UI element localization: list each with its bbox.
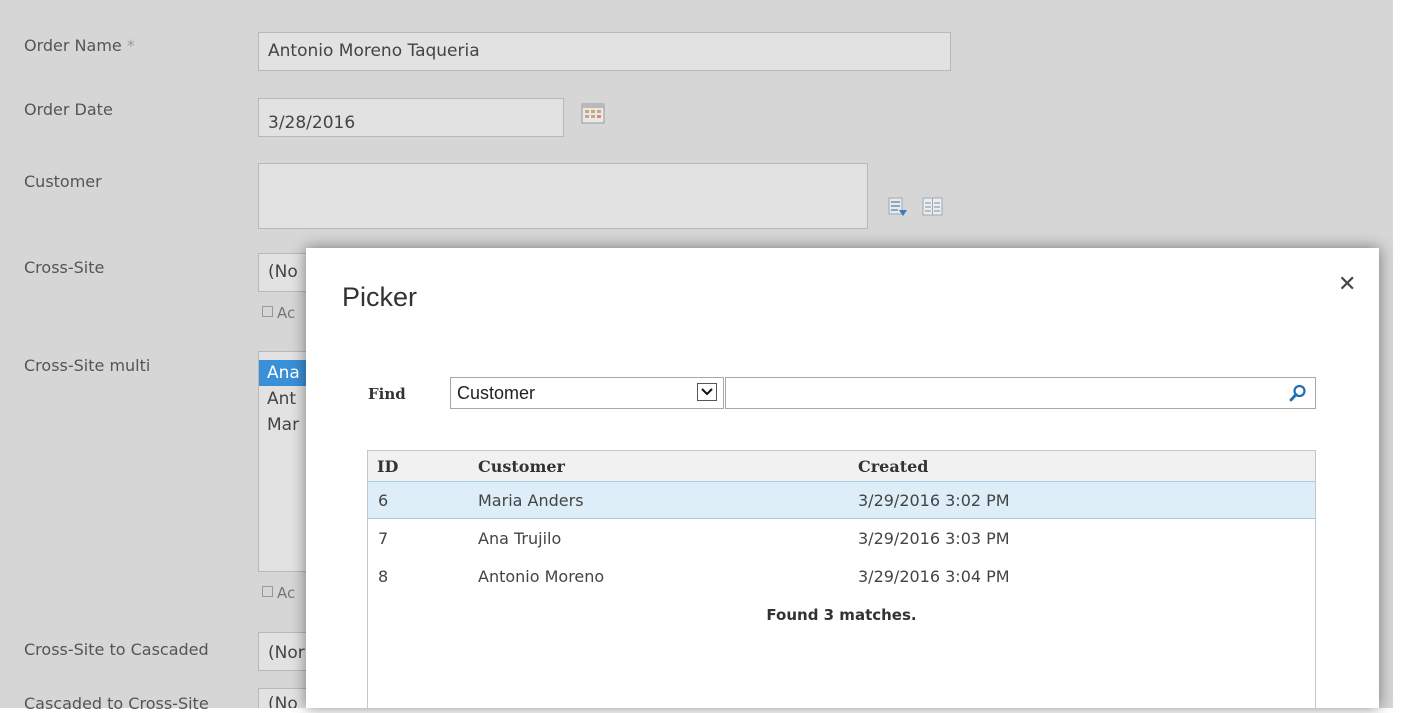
cell-created: 3/29/2016 3:02 PM — [858, 491, 1010, 510]
customer-label: Customer — [24, 172, 102, 191]
cell-customer: Ana Trujilo — [478, 529, 562, 548]
order-date-input[interactable]: 3/28/2016 — [258, 98, 564, 137]
find-field-value: Customer — [457, 383, 536, 403]
column-header-customer[interactable]: Customer — [478, 457, 565, 476]
chevron-down-icon[interactable] — [697, 383, 717, 401]
add-square-icon — [262, 306, 273, 317]
cell-id: 7 — [378, 529, 389, 548]
cell-id: 6 — [378, 491, 389, 510]
column-header-id[interactable]: ID — [377, 457, 398, 476]
cell-customer: Maria Anders — [478, 491, 584, 510]
cross-site-add-text: Ac — [277, 304, 296, 322]
cross-site-multi-label: Cross-Site multi — [24, 356, 151, 375]
results-table: ID Customer Created 6 Maria Anders 3/29/… — [367, 450, 1316, 708]
dialog-title: Picker — [342, 282, 418, 312]
column-header-created[interactable]: Created — [858, 457, 928, 476]
required-marker: * — [126, 36, 135, 55]
cross-site-add-link[interactable]: Ac — [262, 304, 295, 322]
cell-customer: Antonio Moreno — [478, 567, 605, 586]
table-row[interactable]: 8 Antonio Moreno 3/29/2016 3:04 PM — [368, 557, 1315, 595]
cell-id: 8 — [378, 567, 389, 586]
table-header: ID Customer Created — [368, 451, 1315, 482]
cross-site-multi-add-text: Ac — [277, 584, 296, 602]
check-names-icon[interactable] — [887, 196, 909, 218]
find-field-select[interactable]: Customer — [450, 377, 724, 409]
cascaded-to-cross-site-label: Cascaded to Cross-Site — [24, 694, 209, 713]
cross-site-to-cascaded-label: Cross-Site to Cascaded — [24, 640, 209, 659]
order-name-label: Order Name * — [24, 36, 135, 55]
cross-site-multi-add-link[interactable]: Ac — [262, 584, 295, 602]
cross-site-label: Cross-Site — [24, 258, 105, 277]
close-icon[interactable]: ✕ — [1338, 272, 1356, 297]
add-square-icon — [262, 586, 273, 597]
picker-dialog: Picker ✕ Find Customer ID Customer Creat… — [306, 248, 1379, 708]
page-edge — [1393, 0, 1411, 708]
customer-input[interactable] — [258, 163, 868, 229]
address-book-icon[interactable] — [922, 196, 944, 218]
search-icon[interactable] — [1289, 384, 1307, 402]
order-name-label-text: Order Name — [24, 36, 122, 55]
find-label: Find — [368, 385, 406, 403]
cell-created: 3/29/2016 3:04 PM — [858, 567, 1010, 586]
cell-created: 3/29/2016 3:03 PM — [858, 529, 1010, 548]
table-row[interactable]: 6 Maria Anders 3/29/2016 3:02 PM — [368, 481, 1315, 519]
search-input[interactable] — [725, 377, 1316, 409]
table-row[interactable]: 7 Ana Trujilo 3/29/2016 3:03 PM — [368, 519, 1315, 557]
results-status: Found 3 matches. — [766, 606, 917, 624]
order-date-label: Order Date — [24, 100, 113, 119]
order-name-input[interactable]: Antonio Moreno Taqueria — [258, 32, 951, 71]
calendar-icon[interactable] — [581, 102, 605, 124]
